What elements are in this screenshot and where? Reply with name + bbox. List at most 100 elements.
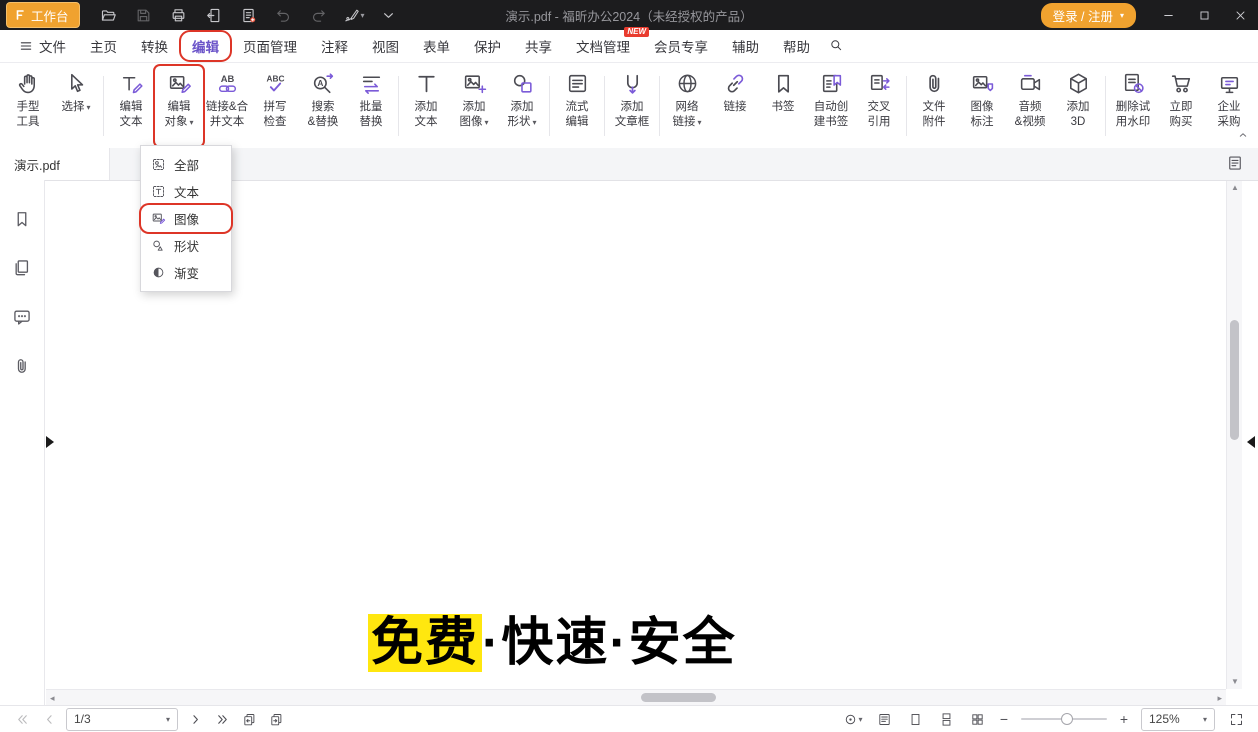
ribbon-image-annotation[interactable]: 图像标注 xyxy=(958,66,1006,146)
menu-protect[interactable]: 保护 xyxy=(463,32,512,60)
chevron-down-icon: ▾ xyxy=(1120,11,1124,20)
ribbon-file-attachment[interactable]: 文件附件 xyxy=(910,66,958,146)
ribbon-license-manage[interactable]: 授权管理 xyxy=(1253,66,1258,146)
export-pdf-button[interactable] xyxy=(201,3,227,27)
zoom-slider[interactable] xyxy=(1021,718,1107,720)
close-button[interactable] xyxy=(1222,0,1258,30)
ribbon-add-3d[interactable]: 添加3D xyxy=(1054,66,1102,146)
scroll-up-arrow-icon[interactable]: ▲ xyxy=(1231,183,1239,192)
next-view-button[interactable] xyxy=(266,709,286,729)
prev-view-button[interactable] xyxy=(239,709,259,729)
prev-page-button[interactable] xyxy=(39,709,59,729)
reading-mode-button[interactable]: ▾ xyxy=(843,709,863,729)
ribbon-buy-now[interactable]: 立即购买 xyxy=(1157,66,1205,146)
ribbon-add-shape[interactable]: 添加形状▾ xyxy=(498,66,546,146)
create-pdf-button[interactable] xyxy=(236,3,262,27)
page-indicator-dropdown[interactable]: 1/3 ▾ xyxy=(66,708,178,731)
menu-share[interactable]: 共享 xyxy=(514,32,563,60)
next-page-button[interactable] xyxy=(185,709,205,729)
vertical-scroll-thumb[interactable] xyxy=(1230,320,1239,440)
pages-icon xyxy=(12,258,32,278)
cursor-icon xyxy=(64,71,89,96)
collapse-ribbon-button[interactable] xyxy=(1234,128,1252,142)
menu-search-button[interactable] xyxy=(821,34,851,59)
ribbon-remove-trial-watermark[interactable]: 删除试用水印 xyxy=(1109,66,1157,146)
scroll-down-arrow-icon[interactable]: ▼ xyxy=(1231,677,1239,686)
zoom-in-button[interactable]: + xyxy=(1118,712,1130,726)
zoom-out-button[interactable]: − xyxy=(998,712,1010,726)
ribbon-spell-check[interactable]: 拼写检查 xyxy=(251,66,299,146)
maximize-button[interactable] xyxy=(1186,0,1222,30)
tab-active-document[interactable]: 演示.pdf xyxy=(0,148,110,180)
print-button[interactable] xyxy=(166,3,192,27)
ribbon-add-text[interactable]: 添加文本 xyxy=(402,66,450,146)
login-register-button[interactable]: 登录 / 注册 ▾ xyxy=(1041,3,1136,28)
menu-doc-manage[interactable]: 文档管理NEW xyxy=(565,32,641,60)
menu-member[interactable]: 会员专享 xyxy=(643,32,719,60)
expand-right-panel-handle[interactable] xyxy=(1247,436,1255,448)
vertical-scrollbar[interactable]: ▲ ▼ xyxy=(1226,180,1242,689)
ribbon-batch-replace[interactable]: 批量替换 xyxy=(347,66,395,146)
ribbon-web-link[interactable]: 网络链接▾ xyxy=(663,66,711,146)
menu-edit[interactable]: 编辑 xyxy=(181,32,230,60)
menu-home[interactable]: 主页 xyxy=(79,32,128,60)
undo-button[interactable] xyxy=(271,3,297,27)
ribbon-auto-create-bookmark[interactable]: 自动创建书签 xyxy=(807,66,855,146)
menu-help[interactable]: 帮助 xyxy=(772,32,821,60)
save-button[interactable] xyxy=(131,3,157,27)
dropdown-item-image[interactable]: 图像 xyxy=(141,205,231,232)
dropdown-item-gradient[interactable]: 渐变 xyxy=(141,259,231,286)
ribbon-hand-tool[interactable]: 手型工具 xyxy=(4,66,52,146)
zoom-slider-knob[interactable] xyxy=(1061,713,1073,725)
ribbon-search-replace[interactable]: 搜索&替换 xyxy=(299,66,347,146)
menu-convert[interactable]: 转换 xyxy=(130,32,179,60)
attachments-panel-button[interactable] xyxy=(8,353,36,379)
bookmarks-panel-button[interactable] xyxy=(8,206,36,232)
dropdown-item-shape[interactable]: 形状 xyxy=(141,232,231,259)
workspace-button[interactable]: 工作台 xyxy=(6,2,80,28)
ribbon-bookmark[interactable]: 书签 xyxy=(759,66,807,146)
reading-layout-button[interactable] xyxy=(1226,154,1246,174)
foxit-pdf-app-window: 工作台 ▾ 演示.pdf - 福昕办公2024（未经授权的产品） 登录 / 注册… xyxy=(0,0,1258,732)
expand-left-panel-handle[interactable] xyxy=(46,436,54,448)
comments-panel-button[interactable] xyxy=(8,304,36,330)
single-page-view-button[interactable] xyxy=(905,709,925,729)
menu-assist[interactable]: 辅助 xyxy=(721,32,770,60)
horizontal-scroll-thumb[interactable] xyxy=(641,693,716,702)
continuous-view-button[interactable] xyxy=(936,709,956,729)
ribbon-link[interactable]: 链接 xyxy=(711,66,759,146)
last-page-button[interactable] xyxy=(212,709,232,729)
text-viewer-button[interactable] xyxy=(874,709,894,729)
scroll-left-arrow-icon[interactable]: ◂ xyxy=(50,693,55,703)
dropdown-item-all[interactable]: 全部 xyxy=(141,151,231,178)
menu-label: 共享 xyxy=(525,36,552,56)
ribbon-flow-edit[interactable]: 流式编辑 xyxy=(553,66,601,146)
minimize-button[interactable] xyxy=(1150,0,1186,30)
menu-page-manage[interactable]: 页面管理 xyxy=(232,32,308,60)
menu-file[interactable]: 文件 xyxy=(8,32,77,60)
dropdown-item-text[interactable]: 文本 xyxy=(141,178,231,205)
ribbon-edit-text[interactable]: 编辑文本 xyxy=(107,66,155,146)
ribbon-edit-object[interactable]: 编辑对象▾ xyxy=(155,66,203,146)
ribbon-audio-video[interactable]: 音频&视频 xyxy=(1006,66,1054,146)
fit-screen-button[interactable] xyxy=(1226,709,1246,729)
ribbon-label: 链接&合并文本 xyxy=(206,100,248,130)
ribbon-select[interactable]: 选择▾ xyxy=(52,66,100,146)
menu-comment[interactable]: 注释 xyxy=(310,32,359,60)
zoom-level-dropdown[interactable]: 125% ▾ xyxy=(1141,708,1215,731)
open-folder-button[interactable] xyxy=(96,3,122,27)
signature-button[interactable]: ▾ xyxy=(341,3,367,27)
facing-view-button[interactable] xyxy=(967,709,987,729)
ribbon-cross-reference[interactable]: 交叉引用 xyxy=(855,66,903,146)
ribbon-link-merge-text[interactable]: 链接&合并文本 xyxy=(203,66,251,146)
menu-view[interactable]: 视图 xyxy=(361,32,410,60)
redo-button[interactable] xyxy=(306,3,332,27)
ribbon-add-article-box[interactable]: 添加文章框 xyxy=(608,66,656,146)
collapse-toolbar-button[interactable] xyxy=(376,3,402,27)
ribbon-add-image[interactable]: 添加图像▾ xyxy=(450,66,498,146)
menu-form[interactable]: 表单 xyxy=(412,32,461,60)
horizontal-scrollbar[interactable]: ◂ ▸ xyxy=(46,689,1226,705)
pages-panel-button[interactable] xyxy=(8,255,36,281)
scroll-right-arrow-icon[interactable]: ▸ xyxy=(1217,693,1222,703)
first-page-button[interactable] xyxy=(12,709,32,729)
